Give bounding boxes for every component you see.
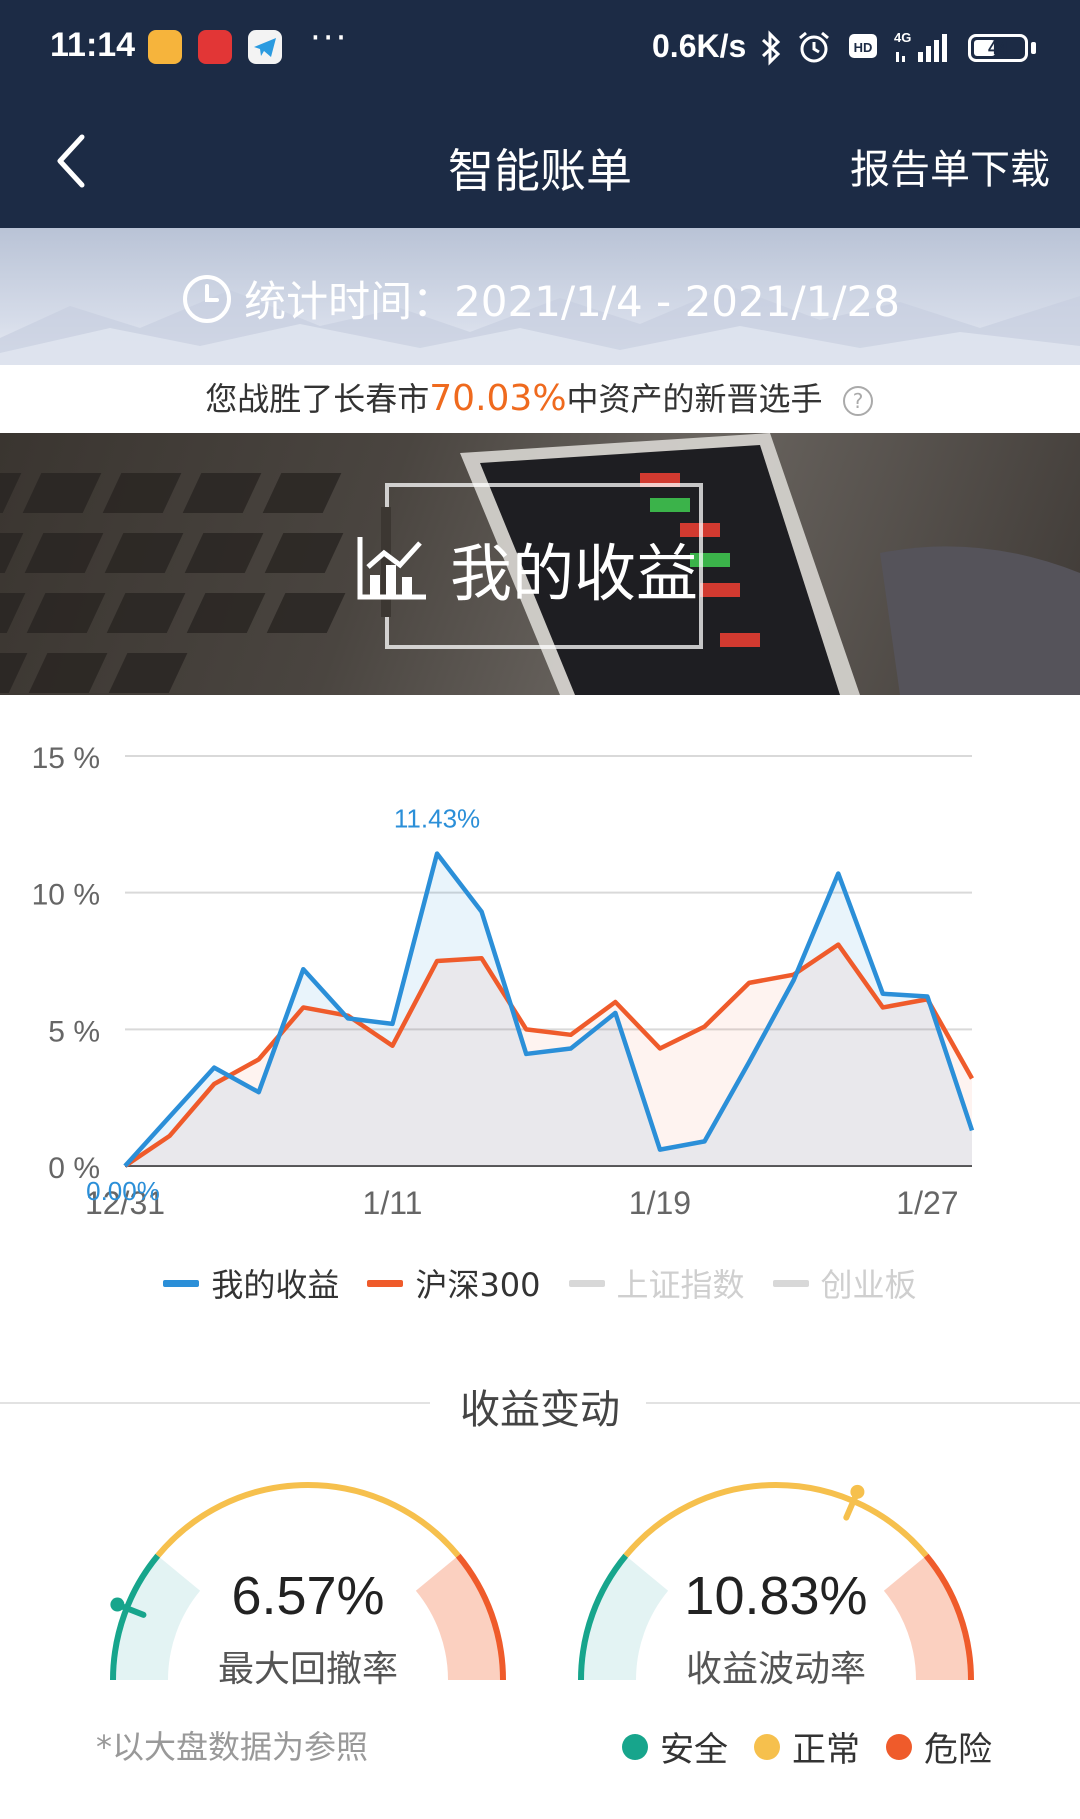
volatility-label: 收益波动率 <box>685 1649 866 1690</box>
legend-swatch <box>163 1279 200 1287</box>
stat-period-banner: 统计时间：2021/1/4 - 2021/1/28 <box>0 228 1080 365</box>
svg-text:?: ? <box>852 389 863 413</box>
volatility-gauge: 10.83% 收益波动率 <box>556 1470 996 1700</box>
battery-level: 44 <box>987 38 1009 58</box>
svg-text:HD: HD <box>854 40 873 55</box>
risk-level-dot <box>754 1733 780 1760</box>
volatility-value: 10.83% <box>684 1566 868 1626</box>
status-time: 11:14 <box>50 26 136 64</box>
max-drawdown-label: 最大回撤率 <box>217 1649 398 1690</box>
risk-level-dot <box>886 1733 912 1760</box>
bar-chart-icon <box>357 537 426 600</box>
footnote: *以大盘数据为参照 <box>96 1728 369 1766</box>
svg-text:4G: 4G <box>894 30 911 45</box>
risk-level-label: 危险 <box>924 1730 992 1770</box>
ranking-prefix: 您战胜了长春市 <box>205 380 430 418</box>
legend-item[interactable]: 我的收益 <box>163 1260 339 1306</box>
legend-swatch <box>772 1279 809 1287</box>
network-speed: 0.6K/s <box>652 28 747 64</box>
ranking-suffix: 中资产的新晋选手 <box>566 380 823 418</box>
legend-label: 上证指数 <box>616 1266 745 1304</box>
ranking-percent: 70.03% <box>429 378 567 419</box>
report-download-button[interactable]: 报告单下载 <box>850 137 1050 195</box>
hero-title: 我的收益 <box>450 537 699 610</box>
chart-legend: 我的收益 沪深300 上证指数 创业板 <box>0 1260 1080 1306</box>
risk-level-dot <box>622 1733 648 1760</box>
help-icon[interactable]: ? <box>841 384 875 418</box>
more-notifications-icon: ··· <box>310 18 349 58</box>
x-tick-label: 1/27 <box>896 1185 958 1221</box>
notes-app-icon <box>148 30 182 64</box>
y-tick-label: 5 % <box>48 1015 100 1048</box>
section-divider: 收益变动 <box>0 1377 1080 1433</box>
risk-level-item: 安全 <box>622 1722 728 1771</box>
x-tick-label: 1/19 <box>629 1185 691 1221</box>
my-earnings-hero: 我的收益 <box>0 433 1080 695</box>
alarm-icon <box>799 31 829 63</box>
legend-label: 创业板 <box>820 1266 917 1304</box>
hd-icon: HD <box>849 34 877 58</box>
risk-level-legend: 安全 正常 危险 <box>596 1722 992 1771</box>
data-label: 0.00% <box>86 1176 160 1206</box>
divider-line-right <box>646 1402 1080 1404</box>
gauge-needle-head <box>850 1484 865 1499</box>
ranking-line: 您战胜了长春市70.03%中资产的新晋选手 ? <box>0 365 1080 433</box>
legend-swatch <box>367 1279 404 1287</box>
data-label: 11.43% <box>394 804 480 834</box>
battery-tip <box>1031 42 1036 54</box>
series-area <box>125 944 972 1166</box>
risk-level-item: 危险 <box>886 1722 992 1771</box>
clock-icon <box>183 274 232 323</box>
bluetooth-icon <box>761 30 781 66</box>
legend-swatch <box>568 1279 605 1287</box>
risk-level-item: 正常 <box>754 1722 860 1771</box>
legend-label: 沪深300 <box>415 1266 541 1304</box>
legend-label: 我的收益 <box>211 1266 340 1304</box>
gauge-normal-arc <box>155 1482 461 1558</box>
max-drawdown-value: 6.57% <box>231 1566 385 1626</box>
stat-period-text: 统计时间：2021/1/4 - 2021/1/28 <box>244 277 900 326</box>
news-app-icon <box>198 30 232 64</box>
max-drawdown-gauge: 6.57% 最大回撤率 <box>88 1470 528 1700</box>
status-bar: 11:14 ··· 0.6K/s HD 4G 44 <box>0 0 1080 95</box>
y-tick-label: 15 % <box>32 742 100 775</box>
risk-level-label: 安全 <box>660 1730 728 1770</box>
risk-level-label: 正常 <box>792 1730 860 1770</box>
section-title: 收益变动 <box>460 1387 620 1433</box>
x-tick-label: 1/11 <box>363 1185 423 1221</box>
legend-item[interactable]: 沪深300 <box>367 1260 541 1306</box>
y-tick-label: 10 % <box>32 879 100 912</box>
legend-item[interactable]: 上证指数 <box>568 1260 745 1306</box>
earnings-chart-svg: 0 %5 %10 %15 %12/31 1/11 1/19 1/2711.43%0.0… <box>32 742 975 1221</box>
telegram-app-icon <box>248 30 282 64</box>
gauge-normal-arc <box>623 1482 929 1558</box>
legend-item[interactable]: 创业板 <box>772 1260 917 1306</box>
earnings-chart: 0 % 5 % 10 % 15 % 12/31 1/11 1/19 1/27 11.43% 0.0… <box>0 700 1080 1260</box>
signal-4g-icon: 4G <box>894 30 947 62</box>
app-header: 智能账单 报告单下载 <box>0 95 1080 228</box>
battery-icon: 44 <box>968 34 1028 62</box>
